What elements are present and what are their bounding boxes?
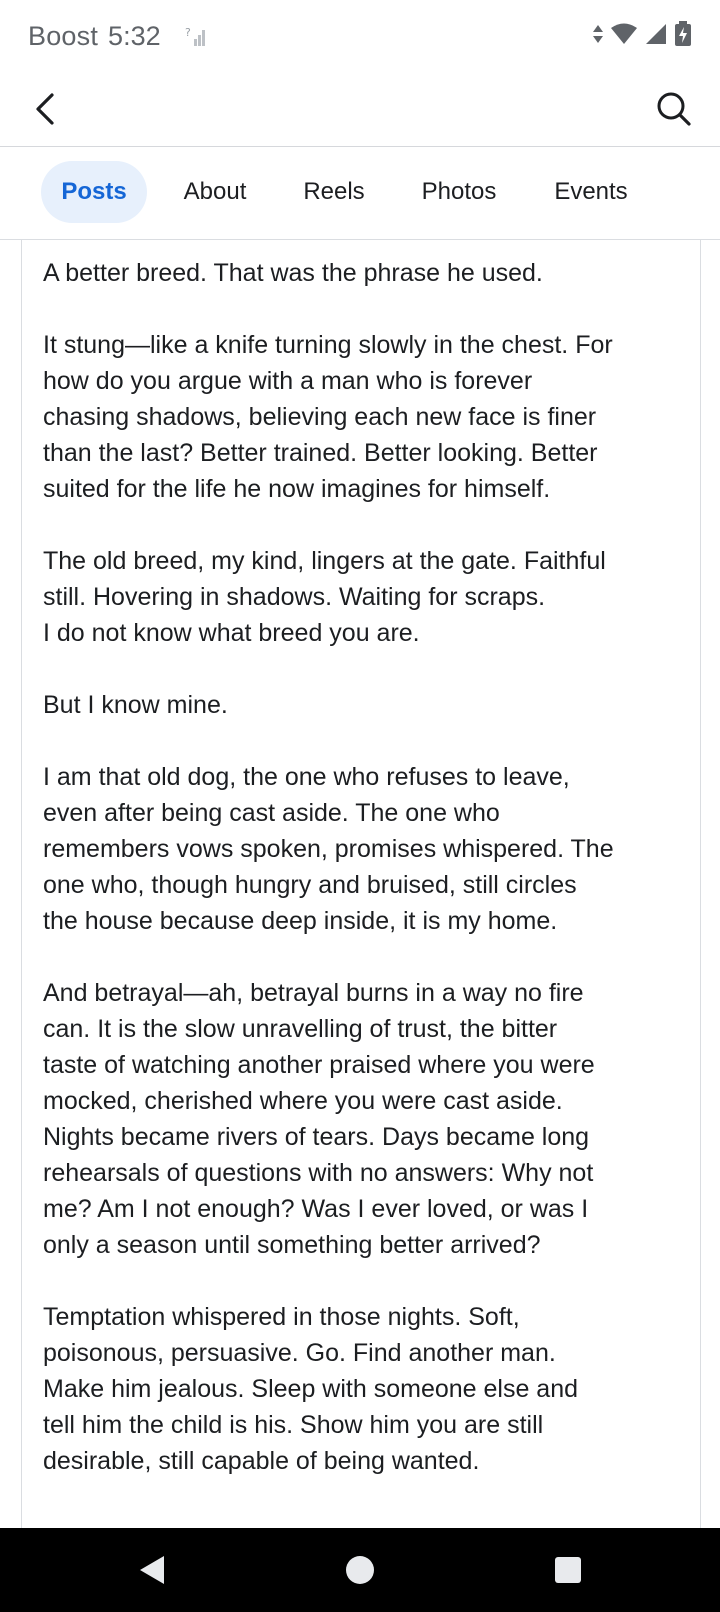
app-bar [0,72,720,147]
post-line: It stung—like a knife turning slowly in … [43,331,613,359]
post-line: I am that old dog, the one who refuses t… [43,763,570,791]
nav-back-icon [140,1556,164,1584]
status-left: Boost 5:32 ? [28,18,209,54]
post-line: taste of watching another praised where … [43,1051,595,1079]
post-line: still. Hovering in shadows. Waiting for … [43,583,546,611]
post-line: The old breed, my kind, lingers at the g… [43,547,606,575]
status-time: 5:32 [108,20,161,51]
post-line: And betrayal—ah, betrayal burns in a way… [43,979,584,1007]
post-line: I do not know what breed you are. [43,619,420,647]
post-line: chasing shadows, believing each new face… [43,403,597,431]
post-line: poisonous, persuasive. Go. Find another … [43,1339,556,1367]
post-line: remembers vows spoken, promises whispere… [43,835,614,863]
tab-posts[interactable]: Posts [41,161,147,223]
post-line: suited for the life he now imagines for … [43,475,551,503]
signal-question-mark: ? [185,26,191,39]
post-line: can. It is the slow unravelling of trust… [43,1015,558,1043]
post-line: mocked, cherished where you were cast as… [43,1087,563,1115]
post-paragraph: The old breed, my kind, lingers at the g… [43,543,683,651]
post-body[interactable]: A better breed. That was the phrase he u… [43,255,683,1515]
nav-back-button[interactable] [124,1542,180,1598]
nav-recents-button[interactable] [540,1542,596,1598]
nav-home-button[interactable] [332,1542,388,1598]
cell-signal-icon [644,22,668,51]
post-line: the house because deep inside, it is my … [43,907,558,935]
post-line: how do you argue with a man who is forev… [43,367,533,395]
nav-home-icon [346,1556,374,1584]
post-line: even after being cast aside. The one who [43,799,500,827]
carrier-name: Boost [28,20,99,51]
back-icon [36,93,54,125]
post-paragraph: And betrayal—ah, betrayal burns in a way… [43,975,683,1263]
post-line: me? Am I not enough? Was I ever loved, o… [43,1195,589,1223]
post-line: one who, though hungry and bruised, stil… [43,871,577,899]
status-right [592,18,692,54]
profile-tabs: Posts About Reels Photos Events [0,147,720,240]
post-line: desirable, still capable of being wanted… [43,1447,480,1475]
search-icon [657,92,691,126]
post-line: than the last? Better trained. Better lo… [43,439,598,467]
tab-events[interactable]: Events [538,161,644,223]
data-arrows-icon [592,22,604,51]
post-line: A better breed. That was the phrase he u… [43,259,543,287]
battery-charging-icon [674,20,692,52]
system-nav-bar [0,1528,720,1612]
post-line: Temptation whispered in those nights. So… [43,1303,520,1331]
nav-recents-icon [555,1557,581,1583]
post-line: Nights became rivers of tears. Days beca… [43,1123,590,1151]
post-paragraph: I am that old dog, the one who refuses t… [43,759,683,939]
post-paragraph: But I know mine. [43,687,683,723]
back-button[interactable] [26,89,66,129]
search-button[interactable] [654,89,694,129]
post-line: rehearsals of questions with no answers:… [43,1159,594,1187]
post-line: But I know mine. [43,691,228,719]
wifi-icon [610,22,638,51]
tab-about[interactable]: About [166,161,264,223]
status-bar: Boost 5:32 ? [0,0,720,72]
post-paragraph: A better breed. That was the phrase he u… [43,255,683,291]
post-paragraph: It stung—like a knife turning slowly in … [43,327,683,507]
post-card: A better breed. That was the phrase he u… [21,240,701,1528]
tab-reels[interactable]: Reels [290,161,378,223]
post-paragraph: Temptation whispered in those nights. So… [43,1299,683,1479]
no-sim-signal-icon: ? [185,24,209,48]
tab-photos[interactable]: Photos [406,161,512,223]
post-line: tell him the child is his. Show him you … [43,1411,544,1439]
post-line: only a season until something better arr… [43,1231,541,1259]
post-line: Make him jealous. Sleep with someone els… [43,1375,579,1403]
